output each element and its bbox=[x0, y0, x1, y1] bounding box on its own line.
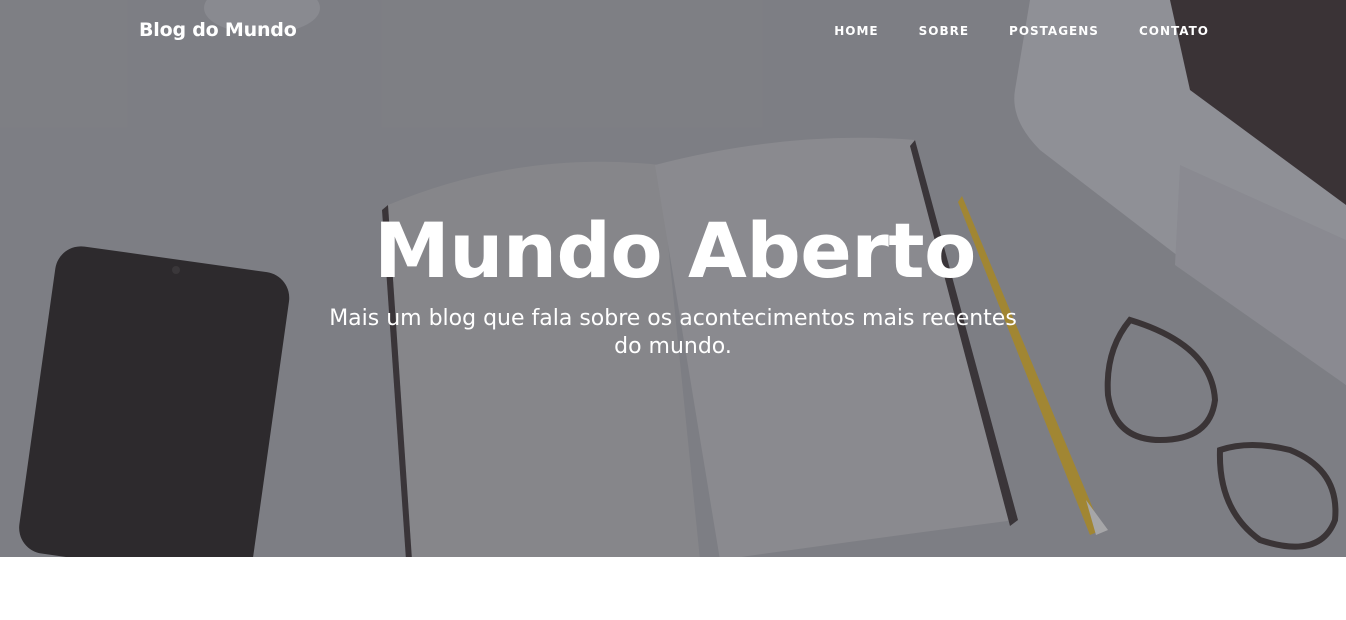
nav-link-home[interactable]: HOME bbox=[834, 24, 878, 38]
main-navbar: Blog do Mundo HOME SOBRE POSTAGENS CONTA… bbox=[0, 0, 1346, 64]
hero-subtitle: Mais um blog que fala sobre os acontecim… bbox=[329, 306, 1017, 359]
brand-logo-link[interactable]: Blog do Mundo bbox=[139, 19, 297, 41]
nav-link-sobre[interactable]: SOBRE bbox=[919, 24, 969, 38]
hero-title: Mundo Aberto bbox=[374, 206, 976, 295]
nav-link-contato[interactable]: CONTATO bbox=[1139, 24, 1209, 38]
hero-header: Blog do Mundo HOME SOBRE POSTAGENS CONTA… bbox=[0, 0, 1346, 557]
nav-link-postagens[interactable]: POSTAGENS bbox=[1009, 24, 1099, 38]
nav-links: HOME SOBRE POSTAGENS CONTATO bbox=[794, 24, 1209, 38]
hero-content: Mundo Aberto Mais um blog que fala sobre… bbox=[0, 205, 1346, 361]
